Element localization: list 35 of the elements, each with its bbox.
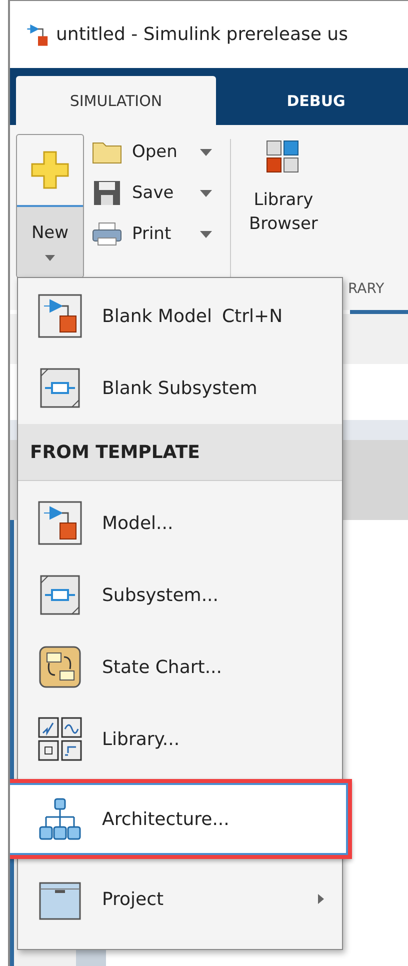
- file-button[interactable]: Open: [92, 134, 212, 170]
- menu-section-header: FROM TEMPLATE: [18, 424, 342, 481]
- menu-item[interactable]: Architecture...: [10, 779, 352, 859]
- library-icon: [266, 140, 300, 174]
- file-button[interactable]: Print: [92, 216, 212, 252]
- model-icon: [26, 22, 50, 46]
- menu-item[interactable]: Library...: [18, 703, 342, 775]
- new-button[interactable]: New: [16, 134, 84, 278]
- ribbon-tab[interactable]: SIMULATION: [16, 76, 216, 125]
- caret-icon: [200, 148, 212, 156]
- folder-icon: [92, 140, 122, 164]
- caret-icon: [200, 190, 212, 196]
- menu-item[interactable]: Subsystem...: [18, 559, 342, 631]
- menu-item[interactable]: Blank Subsystem: [18, 352, 342, 424]
- menu-item[interactable]: State Chart...: [18, 631, 342, 703]
- menu-item[interactable]: Blank Model Ctrl+N: [18, 280, 342, 352]
- menu-item[interactable]: Model...: [18, 487, 342, 559]
- hierarchy-icon: [38, 797, 82, 841]
- subsystem-icon: [38, 366, 82, 410]
- state-chart-icon: [38, 645, 82, 689]
- model-icon: [38, 294, 82, 338]
- subsystem-icon: [38, 573, 82, 617]
- printer-icon: [92, 222, 122, 246]
- section-label: RARY: [348, 281, 384, 297]
- ribbon-tab[interactable]: DEBUG: [216, 76, 408, 125]
- caret-icon: [200, 230, 212, 238]
- library-browser-button[interactable]: Library Browser: [249, 134, 318, 234]
- file-button[interactable]: Save: [92, 174, 212, 212]
- shortcut-text: Ctrl+N: [222, 306, 283, 326]
- window-title: untitled - Simulink prerelease us: [56, 24, 348, 45]
- caret-icon: [45, 255, 55, 261]
- model-icon: [38, 501, 82, 545]
- menu-item[interactable]: Project: [18, 863, 342, 935]
- library-icon: [38, 717, 82, 761]
- plus-icon: [30, 150, 70, 190]
